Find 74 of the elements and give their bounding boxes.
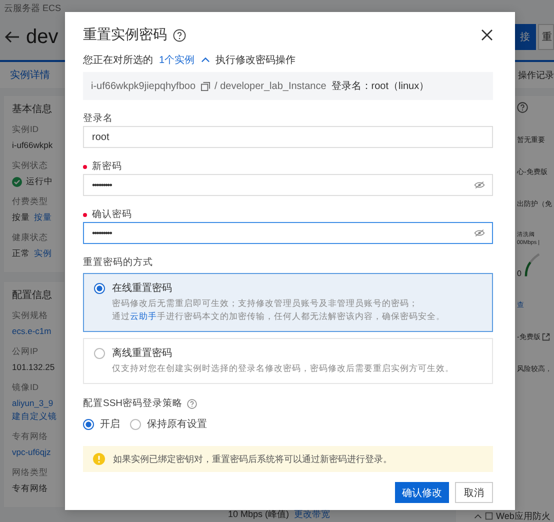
copy-icon[interactable] [200, 82, 210, 90]
help-icon[interactable] [517, 102, 528, 113]
option-title: 在线重置密码 [112, 283, 172, 294]
field-label: 实例规格 [12, 310, 48, 320]
instance-count-link[interactable]: 1个实例 [159, 53, 195, 67]
login-info: 登录名：root（linux） [331, 80, 430, 93]
header-button[interactable]: 重 [538, 24, 554, 50]
option-card[interactable]: 离线重置密码 仅支持对您在创建实例时选择的登录名修改密码，密码修改后需要重启实例方可生效。 [83, 338, 493, 384]
intro-text: 您正在对所选的 [83, 54, 153, 67]
field-link[interactable]: 建自定义镜 [12, 410, 57, 423]
field-label: 登录名 [83, 113, 113, 125]
check-circle-icon [12, 176, 22, 186]
field-link[interactable]: 按量 [34, 211, 52, 224]
caret-icon[interactable] [200, 57, 210, 63]
section-label: 重置密码的方式 [83, 257, 153, 268]
dialog-button[interactable]: 取消 [455, 482, 493, 503]
intro-text: 执行修改密码操作 [216, 54, 296, 67]
change-bandwidth-link[interactable]: 更改带宽 [294, 508, 330, 521]
field-label: 实例状态 [12, 160, 48, 170]
breadcrumb[interactable]: 云服务器 ECS [4, 3, 62, 13]
field-value: 正常 [12, 247, 30, 260]
input-field[interactable]: ••••••••• [83, 174, 493, 196]
panel-text: Web应用防火 [496, 510, 550, 522]
field-label: 专有网络 [12, 431, 48, 441]
option-title: 离线重置密码 [112, 348, 172, 359]
section-heading: 基本信息 [12, 104, 52, 115]
field-value: i-uf66wkpk [12, 139, 53, 152]
help-icon[interactable] [173, 28, 186, 42]
option-card[interactable]: 在线重置密码 密码修改后无需重启即可生效；支持修改管理员账号及非管理员账号的密码； 通过云助手手进行密码本文的加密传输，任何人都无法解密该内容，确保密码安全。 [83, 273, 493, 332]
field-label: 新密码 [92, 161, 122, 173]
option-description: 密码修改后无需重启即可生效；支持修改管理员账号及非管理员账号的密码； [112, 298, 418, 308]
dialog-title: 重置实例密码 [83, 26, 167, 44]
field-link[interactable]: 实例 [34, 247, 52, 260]
field-label: 公网IP [12, 346, 38, 356]
field-label: 付费类型 [12, 196, 48, 206]
field-link[interactable]: vpc-uf6qjz [12, 446, 51, 459]
section-label: 配置SSH密码登录策略 [83, 398, 183, 410]
radio-option[interactable]: 开启 [83, 417, 120, 431]
radio-button[interactable] [94, 283, 105, 294]
field-label: 健康状态 [12, 232, 48, 242]
bandwidth-value: 10 Mbps (峰值) [228, 508, 290, 521]
radio-option[interactable]: 保持原有设置 [130, 417, 207, 431]
header-button[interactable]: 接 [514, 24, 536, 50]
section-heading: 配置信息 [12, 290, 52, 301]
field-label: 实例ID [12, 124, 38, 134]
field-link[interactable]: aliyun_3_9 [12, 397, 54, 410]
eye-hidden-icon[interactable] [474, 181, 485, 189]
option-description: 仅支持对您在创建实例时选择的登录名修改密码，密码修改后需要重启实例方可生效。 [112, 363, 454, 373]
warning-icon [93, 453, 105, 465]
field-value: 按量 [12, 211, 30, 224]
field-label: 网络类型 [12, 467, 48, 477]
field-link[interactable]: ecs.e-c1m [12, 325, 52, 338]
external-link-icon[interactable] [542, 333, 550, 341]
instance-id: i-uf66wkpk9jiepqhyfboo [91, 80, 196, 92]
eye-hidden-icon[interactable] [474, 229, 485, 237]
field-value: 专有网络 [12, 482, 48, 495]
radio-button[interactable] [94, 348, 105, 359]
field-value: 101.132.25 [12, 361, 55, 374]
assistant-link[interactable]: 云助手 [130, 311, 157, 321]
input-field[interactable]: root [83, 126, 493, 148]
close-icon[interactable] [481, 29, 493, 41]
instance-name: / developer_lab_Instance [214, 80, 326, 92]
field-label: 镜像ID [12, 382, 38, 392]
caret-up-icon[interactable] [474, 514, 482, 518]
warning-text: 如果实例已绑定密钥对，重置密码后系统将可以通过新密码进行登录。 [113, 452, 392, 466]
field-value: 运行中 [26, 175, 53, 188]
gauge-label: 0 [517, 269, 522, 278]
input-field[interactable]: ••••••••• [83, 222, 493, 244]
dialog-button[interactable]: 确认修改 [395, 482, 449, 503]
field-label: 确认密码 [92, 209, 132, 221]
back-arrow-icon[interactable] [4, 29, 20, 45]
option-description: 通过云助手手进行密码本文的加密传输，任何人都无法解密该内容，确保密码安全。 [112, 311, 445, 321]
tab[interactable]: 实例详情 [0, 68, 50, 82]
page-title: dev [26, 26, 58, 48]
